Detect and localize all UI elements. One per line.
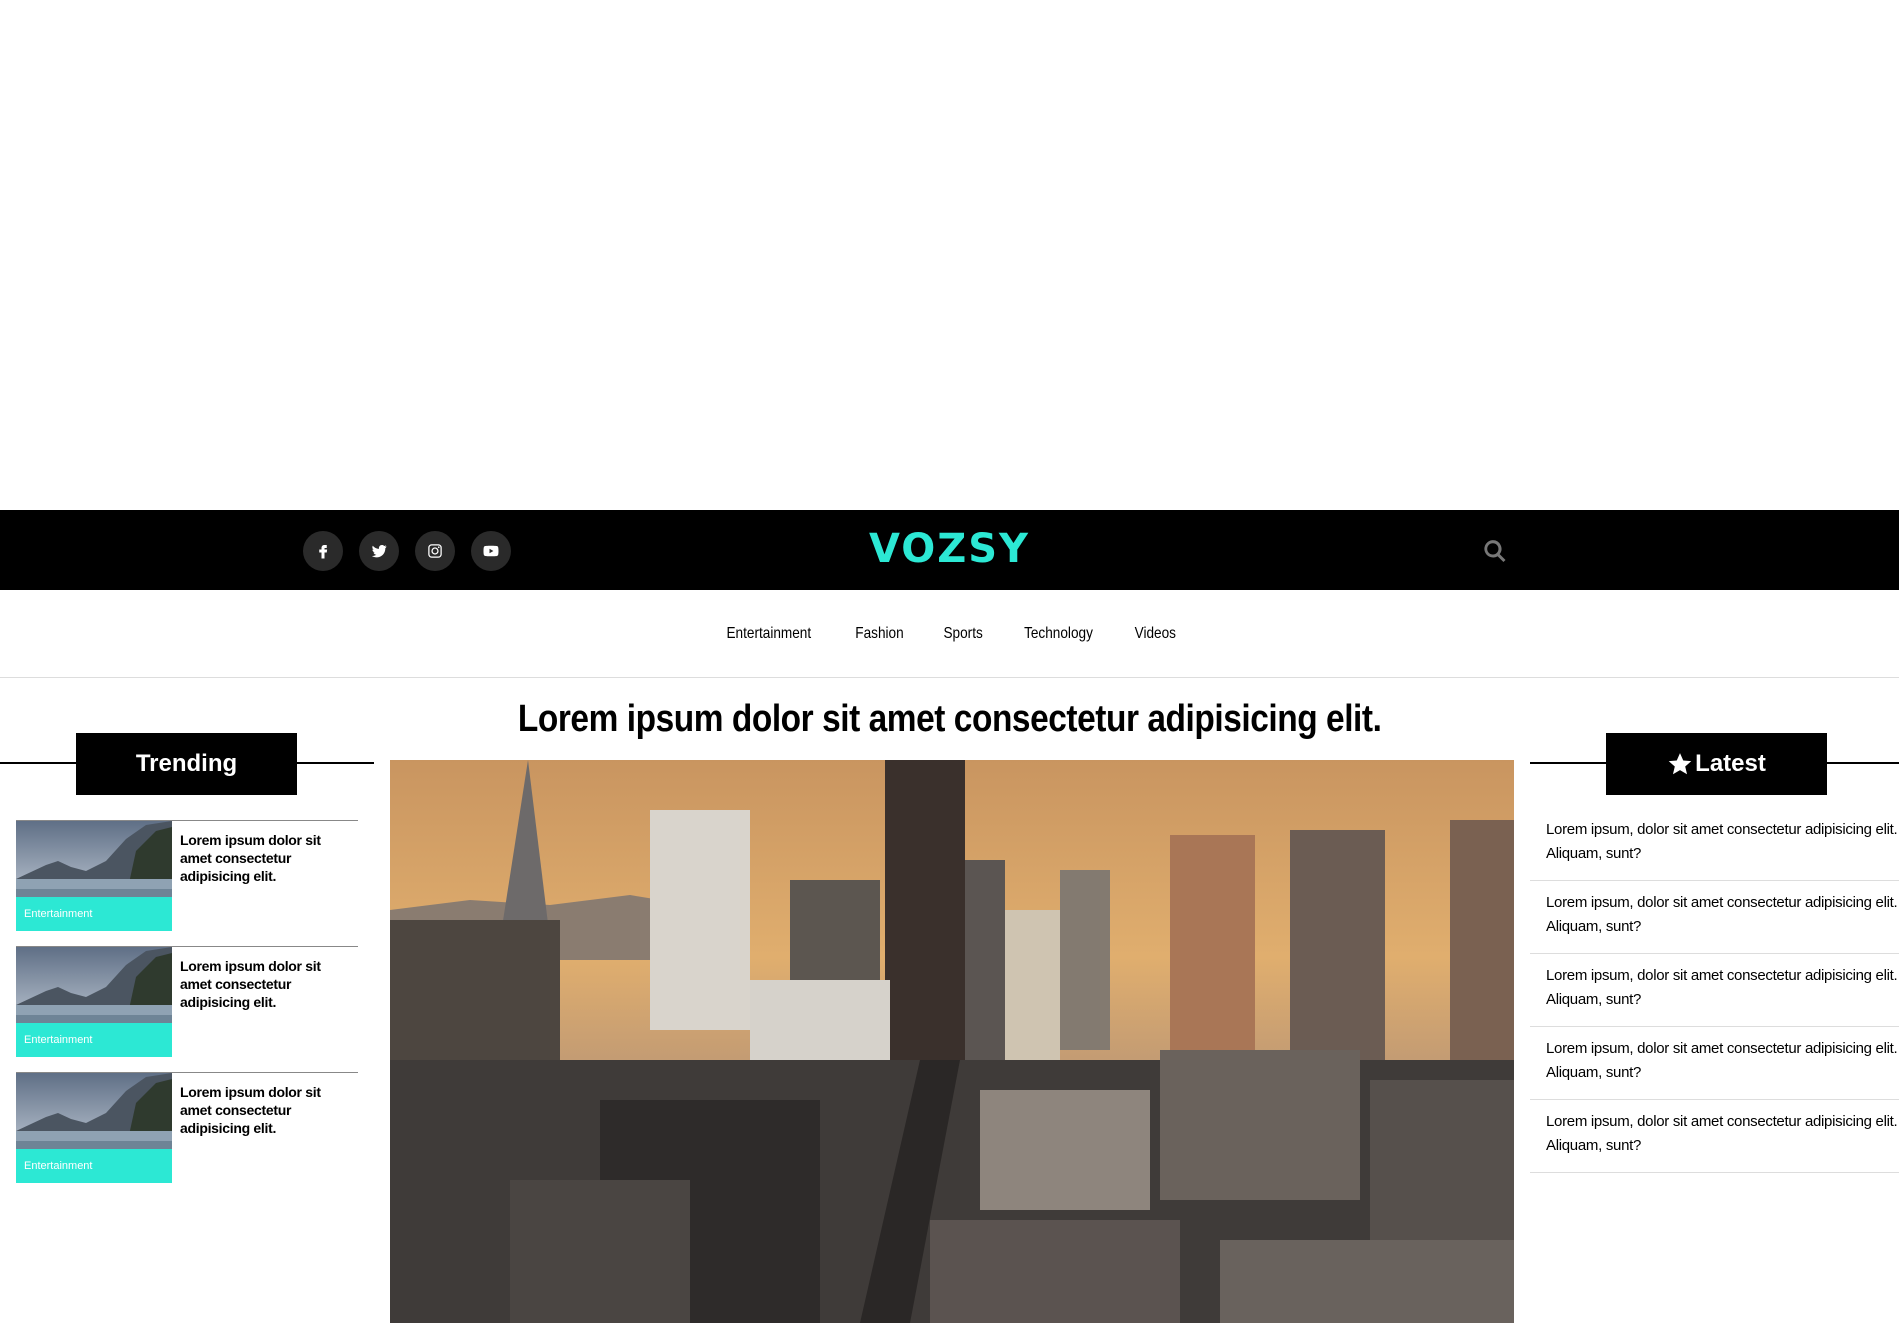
top-header-bar: VOZSY: [0, 510, 1899, 590]
trending-thumbnail[interactable]: Entertainment: [16, 821, 172, 931]
category-tag[interactable]: Entertainment: [16, 1149, 172, 1183]
main-content: Lorem ipsum dolor sit amet consectetur a…: [0, 678, 1899, 1328]
trending-section-title: Trending: [76, 733, 297, 795]
nav-item-technology[interactable]: Technology: [1024, 625, 1093, 643]
main-nav: Entertainment Fashion Sports Technology …: [0, 590, 1899, 678]
facebook-icon[interactable]: [303, 531, 343, 571]
twitter-icon[interactable]: [359, 531, 399, 571]
nav-item-entertainment[interactable]: Entertainment: [727, 625, 812, 643]
nav-item-fashion[interactable]: Fashion: [855, 625, 903, 643]
latest-section-title: Latest: [1606, 733, 1827, 795]
category-tag[interactable]: Entertainment: [16, 897, 172, 931]
latest-item[interactable]: Lorem ipsum, dolor sit amet consectetur …: [1530, 881, 1899, 954]
search-icon[interactable]: [1482, 538, 1508, 564]
latest-item[interactable]: Lorem ipsum, dolor sit amet consectetur …: [1530, 1100, 1899, 1173]
latest-list: Lorem ipsum, dolor sit amet consectetur …: [1530, 808, 1899, 1173]
social-links: [303, 531, 511, 571]
nav-item-sports[interactable]: Sports: [943, 625, 982, 643]
nav-item-videos[interactable]: Videos: [1135, 625, 1176, 643]
headline-text: Lorem ipsum dolor sit amet consectetur a…: [517, 698, 1382, 740]
trending-thumbnail[interactable]: Entertainment: [16, 1073, 172, 1183]
latest-item[interactable]: Lorem ipsum, dolor sit amet consectetur …: [1530, 808, 1899, 881]
trending-item[interactable]: Entertainment Lorem ipsum dolor sit amet…: [16, 820, 358, 946]
site-logo[interactable]: VOZSY: [869, 526, 1030, 572]
trending-item-title[interactable]: Lorem ipsum dolor sit amet consectetur a…: [180, 831, 355, 885]
trending-item[interactable]: Entertainment Lorem ipsum dolor sit amet…: [16, 946, 358, 1072]
category-tag[interactable]: Entertainment: [16, 1023, 172, 1057]
latest-title-text: Latest: [1695, 750, 1766, 777]
trending-list: Entertainment Lorem ipsum dolor sit amet…: [16, 820, 358, 1198]
instagram-icon[interactable]: [415, 531, 455, 571]
hero-image[interactable]: [390, 760, 1514, 1323]
youtube-icon[interactable]: [471, 531, 511, 571]
trending-item[interactable]: Entertainment Lorem ipsum dolor sit amet…: [16, 1072, 358, 1198]
top-blank-area: [0, 0, 1899, 510]
trending-title-text: Trending: [135, 750, 238, 777]
trending-item-title[interactable]: Lorem ipsum dolor sit amet consectetur a…: [180, 957, 355, 1011]
latest-item[interactable]: Lorem ipsum, dolor sit amet consectetur …: [1530, 1027, 1899, 1100]
star-icon: [1668, 753, 1692, 775]
trending-item-title[interactable]: Lorem ipsum dolor sit amet consectetur a…: [180, 1083, 355, 1137]
latest-item[interactable]: Lorem ipsum, dolor sit amet consectetur …: [1530, 954, 1899, 1027]
trending-thumbnail[interactable]: Entertainment: [16, 947, 172, 1057]
